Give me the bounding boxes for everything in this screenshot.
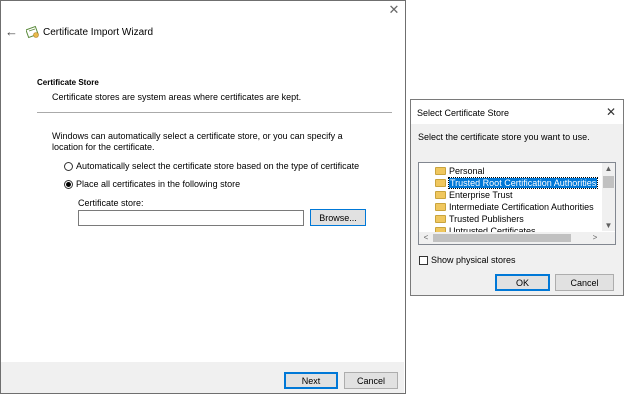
dialog-prompt: Select the certificate store you want to… xyxy=(418,132,590,142)
radio-manual-label: Place all certificates in the following … xyxy=(76,179,241,189)
divider xyxy=(37,112,392,113)
close-icon[interactable]: ✕ xyxy=(603,104,619,120)
folder-icon xyxy=(435,166,446,175)
tree-item-intermediate[interactable]: Intermediate Certification Authorities xyxy=(435,201,594,212)
tree-item-label: Personal xyxy=(449,165,485,176)
folder-icon xyxy=(435,202,446,211)
info-text: Windows can automatically select a certi… xyxy=(52,131,343,152)
browse-button[interactable]: Browse... xyxy=(310,209,366,226)
folder-icon xyxy=(435,214,446,223)
wizard-title: Certificate Import Wizard xyxy=(43,27,154,38)
dialog-title: Select Certificate Store xyxy=(417,108,510,118)
radio-button-selected[interactable] xyxy=(64,179,73,189)
radio-place-in-store[interactable]: Place all certificates in the following … xyxy=(64,178,240,190)
folder-icon xyxy=(435,178,446,187)
ok-button[interactable]: OK xyxy=(495,274,550,291)
certificate-icon xyxy=(26,25,39,39)
certificate-store-input[interactable] xyxy=(78,210,304,226)
tree-item-personal[interactable]: Personal xyxy=(435,165,485,176)
tree-item-enterprise-trust[interactable]: Enterprise Trust xyxy=(435,189,513,200)
scroll-down-icon[interactable]: ▼ xyxy=(603,221,614,231)
section-description: Certificate stores are system areas wher… xyxy=(52,92,302,102)
import-wizard-window xyxy=(0,0,406,394)
scroll-up-icon[interactable]: ▲ xyxy=(603,164,614,174)
next-button[interactable]: Next xyxy=(284,372,338,389)
tree-item-trusted-root[interactable]: Trusted Root Certification Authorities xyxy=(435,176,599,189)
scroll-right-icon[interactable]: > xyxy=(590,233,600,243)
back-arrow-icon[interactable]: ← xyxy=(5,24,19,40)
scroll-left-icon[interactable]: < xyxy=(421,233,431,243)
tree-item-trusted-publishers[interactable]: Trusted Publishers xyxy=(435,213,524,224)
cancel-button[interactable]: Cancel xyxy=(344,372,398,389)
section-heading: Certificate Store xyxy=(37,78,99,87)
radio-auto-select[interactable]: Automatically select the certificate sto… xyxy=(64,160,359,172)
vertical-scroll-thumb[interactable] xyxy=(603,176,614,188)
horizontal-scroll-thumb[interactable] xyxy=(433,234,571,242)
tree-item-label: Intermediate Certification Authorities xyxy=(449,201,594,212)
radio-auto-label: Automatically select the certificate sto… xyxy=(76,161,360,171)
checkbox[interactable] xyxy=(419,255,428,265)
tree-item-label: Trusted Publishers xyxy=(449,213,524,224)
folder-icon xyxy=(435,190,446,199)
store-field-label: Certificate store: xyxy=(78,198,144,208)
show-physical-label: Show physical stores xyxy=(431,255,516,265)
tree-item-label: Trusted Root Certification Authorities xyxy=(447,176,599,189)
show-physical-stores-checkbox[interactable]: Show physical stores xyxy=(419,254,516,266)
dialog-cancel-button[interactable]: Cancel xyxy=(555,274,614,291)
tree-item-label: Enterprise Trust xyxy=(449,189,513,200)
radio-button[interactable] xyxy=(64,161,73,171)
close-icon[interactable]: ✕ xyxy=(386,2,402,18)
